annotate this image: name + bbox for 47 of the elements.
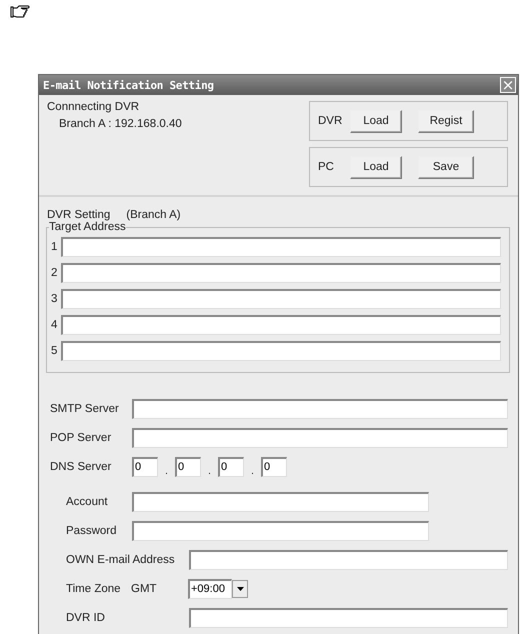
field-label: DVR ID (66, 612, 106, 624)
address-field[interactable] (61, 263, 501, 283)
connecting-label: Connnecting DVR (47, 101, 140, 113)
field-label: OWN E-mail Address (66, 554, 176, 566)
action-button[interactable]: Save (418, 156, 474, 178)
pointing-hand-icon (10, 5, 32, 19)
action-button[interactable]: Regist (418, 110, 474, 132)
ip-octet-field[interactable]: 0 (218, 457, 244, 477)
gmt-label: GMT (131, 583, 158, 595)
branch-label: (Branch A) (126, 209, 181, 221)
section-title: DVR Setting (47, 209, 110, 221)
ip-separator: . (164, 466, 169, 477)
group-legend: Target Address (49, 221, 126, 233)
row-number: 2 (51, 267, 57, 279)
address-field[interactable] (61, 315, 501, 335)
ip-octet-field[interactable]: 0 (132, 457, 158, 477)
close-button[interactable]: × (500, 77, 516, 93)
server-field[interactable] (132, 399, 508, 419)
text-field[interactable] (132, 521, 429, 541)
text-field[interactable] (132, 492, 429, 512)
field-label: Account (66, 496, 109, 508)
field-label: Password (66, 525, 118, 537)
ip-separator: . (207, 466, 212, 477)
row-number: 1 (51, 241, 57, 253)
action-button[interactable]: Load (350, 110, 402, 132)
email-field[interactable] (189, 550, 508, 570)
server-field[interactable] (132, 428, 508, 448)
dropdown-arrow-icon (236, 587, 244, 591)
row-number: 3 (51, 293, 57, 305)
field-label: SMTP Server (50, 403, 120, 415)
ip-octet-field[interactable]: 0 (261, 457, 287, 477)
window-title: E-mail Notification Setting (43, 78, 214, 92)
dvr-id-field[interactable] (189, 608, 508, 628)
action-button[interactable]: Load (350, 156, 402, 178)
field-label: Time Zone (66, 583, 122, 595)
row-number: 5 (51, 345, 57, 357)
row-number: 4 (51, 319, 57, 331)
group-label: DVR (318, 115, 342, 127)
address-field[interactable] (61, 237, 501, 257)
group-label: PC (318, 161, 335, 173)
ip-octet-field[interactable]: 0 (175, 457, 201, 477)
address-field[interactable] (61, 289, 501, 309)
ip-separator: . (250, 466, 255, 477)
address-field[interactable] (61, 341, 501, 361)
field-label: POP Server (50, 432, 112, 444)
field-label: DNS Server (50, 461, 112, 473)
connection-info: Branch A : 192.168.0.40 (58, 118, 182, 130)
